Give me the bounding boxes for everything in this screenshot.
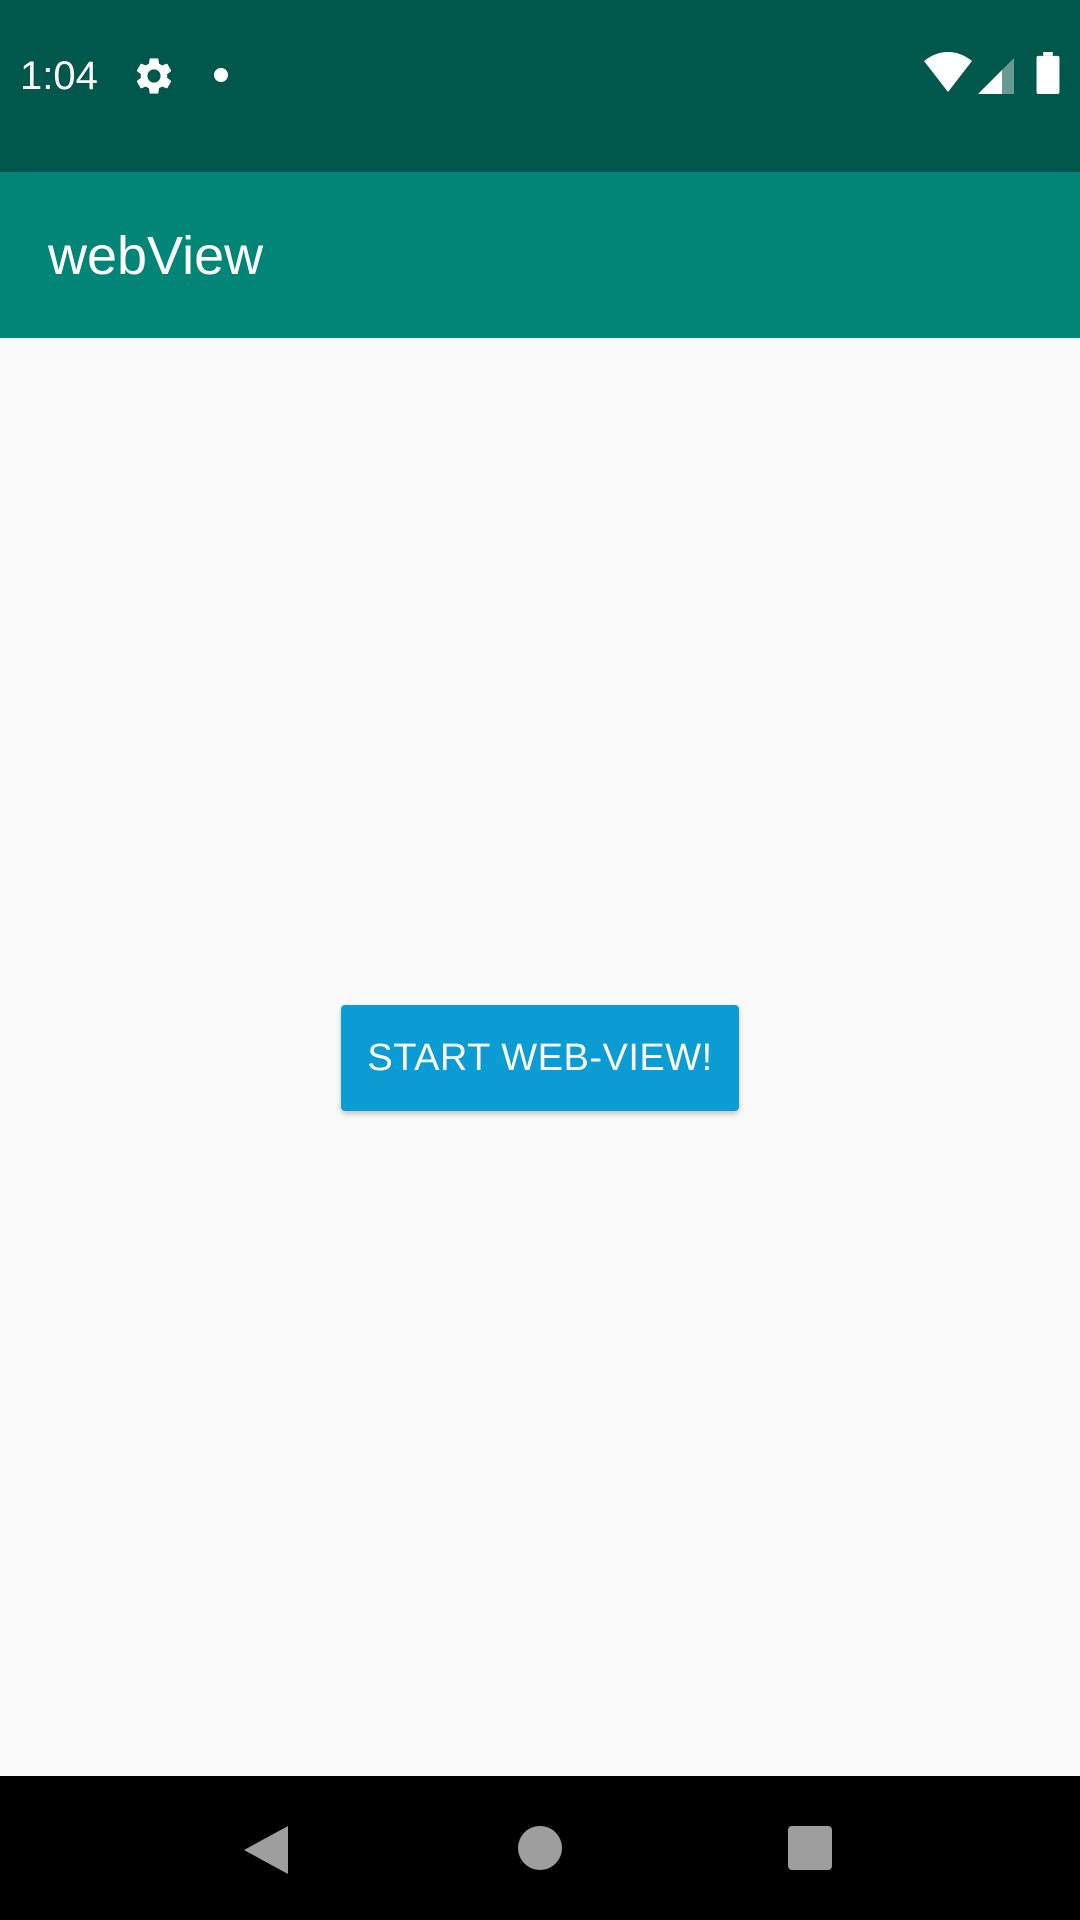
signal-icon <box>978 58 1014 94</box>
back-icon[interactable] <box>244 1826 288 1874</box>
home-icon[interactable] <box>518 1826 562 1870</box>
app-bar: webView <box>0 172 1080 338</box>
battery-icon <box>1036 52 1060 94</box>
status-time: 1:04 <box>20 54 98 98</box>
start-web-view-button[interactable]: START WEB-VIEW! <box>341 1005 739 1111</box>
android-screen: 1:04 webView START WEB-VIEW! <box>0 0 1080 1920</box>
wifi-icon <box>924 52 972 92</box>
gear-icon <box>136 58 172 94</box>
recents-icon[interactable] <box>788 1826 832 1870</box>
main-content: START WEB-VIEW! <box>0 338 1080 1776</box>
navigation-bar <box>0 1776 1080 1920</box>
notification-dot-icon <box>214 68 228 82</box>
status-bar: 1:04 <box>0 0 1080 172</box>
app-title: webView <box>48 226 264 286</box>
